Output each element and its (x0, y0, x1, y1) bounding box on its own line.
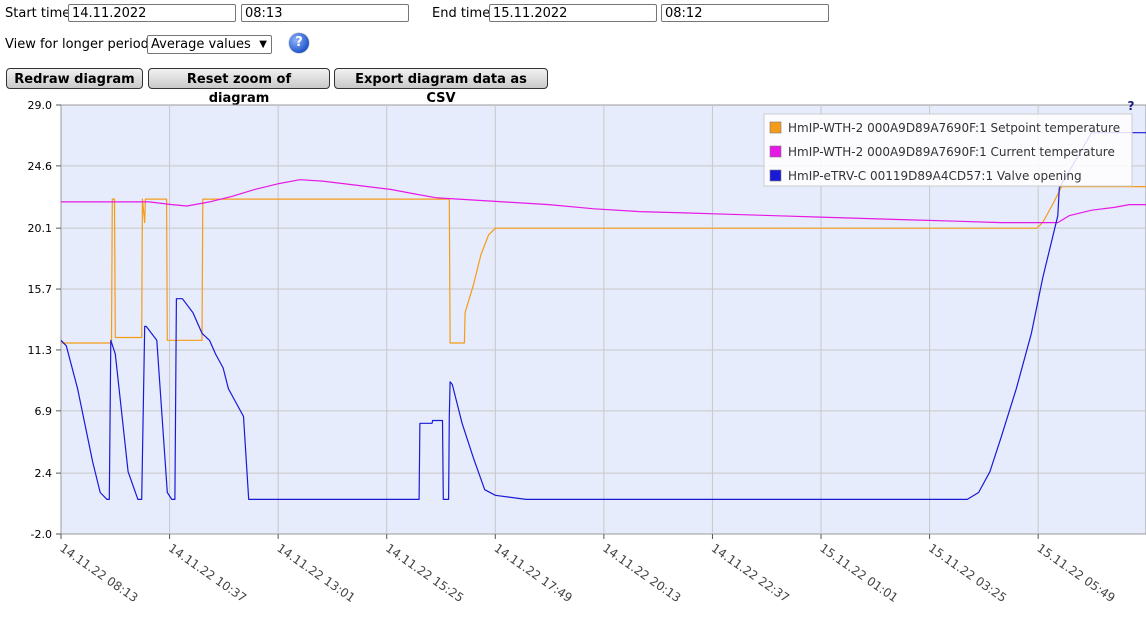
chart-legend: HmIP-WTH-2 000A9D89A7690F:1 Setpoint tem… (763, 113, 1133, 187)
start-date-input[interactable] (68, 4, 236, 22)
legend-swatch (769, 169, 782, 182)
x-tick-label: 14.11.22 22:37 (709, 541, 792, 605)
chevron-down-icon: ▼ (259, 39, 267, 50)
reset-zoom-button[interactable]: Reset zoom of diagram (148, 68, 330, 106)
x-tick-label: 14.11.22 08:13 (57, 541, 140, 605)
period-select-value: Average values (151, 37, 251, 52)
help-icon[interactable]: ? (289, 33, 309, 53)
legend-label: HmIP-WTH-2 000A9D89A7690F:1 Setpoint tem… (788, 121, 1120, 135)
diagram-chart[interactable]: 29.0 24.6 20.1 15.7 11.3 6.9 2.4 -2.0 14.11.22 … (0, 96, 1146, 632)
y-tick-label: 15.7 (28, 283, 53, 296)
y-axis-ticks: 29.0 24.6 20.1 15.7 11.3 6.9 2.4 -2.0 (28, 99, 61, 541)
y-tick-label: 2.4 (35, 467, 53, 480)
end-time-input[interactable] (661, 4, 829, 22)
legend-swatch (769, 121, 782, 134)
legend-label: HmIP-eTRV-C 00119D89A4CD57:1 Valve openi… (788, 169, 1082, 183)
y-tick-label: 11.3 (28, 344, 53, 357)
y-tick-label: 6.9 (35, 405, 53, 418)
x-tick-label: 14.11.22 13:01 (274, 541, 357, 605)
y-tick-label: 20.1 (28, 222, 53, 235)
y-tick-label: -2.0 (31, 528, 52, 541)
legend-label: HmIP-WTH-2 000A9D89A7690F:1 Current temp… (788, 145, 1115, 159)
x-tick-label: 14.11.22 15:25 (383, 541, 466, 605)
x-tick-label: 14.11.22 20:13 (600, 541, 683, 605)
export-csv-button[interactable]: Export diagram data as CSV (334, 68, 548, 106)
start-time-label: Start time (5, 6, 71, 21)
chart-help-icon[interactable]: ? (1128, 99, 1135, 113)
y-tick-label: 29.0 (28, 99, 53, 112)
end-date-input[interactable] (489, 4, 657, 22)
end-time-label: End time (432, 6, 491, 21)
x-tick-label: 14.11.22 10:37 (166, 541, 249, 605)
x-tick-label: 15.11.22 03:25 (926, 541, 1009, 605)
period-label: View for longer periods (5, 37, 156, 52)
start-time-input[interactable] (241, 4, 409, 22)
legend-swatch (769, 145, 782, 158)
x-tick-label: 14.11.22 17:49 (492, 541, 575, 605)
period-select[interactable]: Average values ▼ (147, 35, 272, 54)
y-tick-label: 24.6 (28, 160, 53, 173)
x-tick-label: 15.11.22 05:49 (1034, 541, 1117, 605)
x-axis-ticks: 14.11.22 08:13 14.11.22 10:37 14.11.22 13:… (57, 534, 1118, 605)
redraw-diagram-button[interactable]: Redraw diagram (6, 68, 143, 89)
x-tick-label: 15.11.22 01:01 (817, 541, 900, 605)
